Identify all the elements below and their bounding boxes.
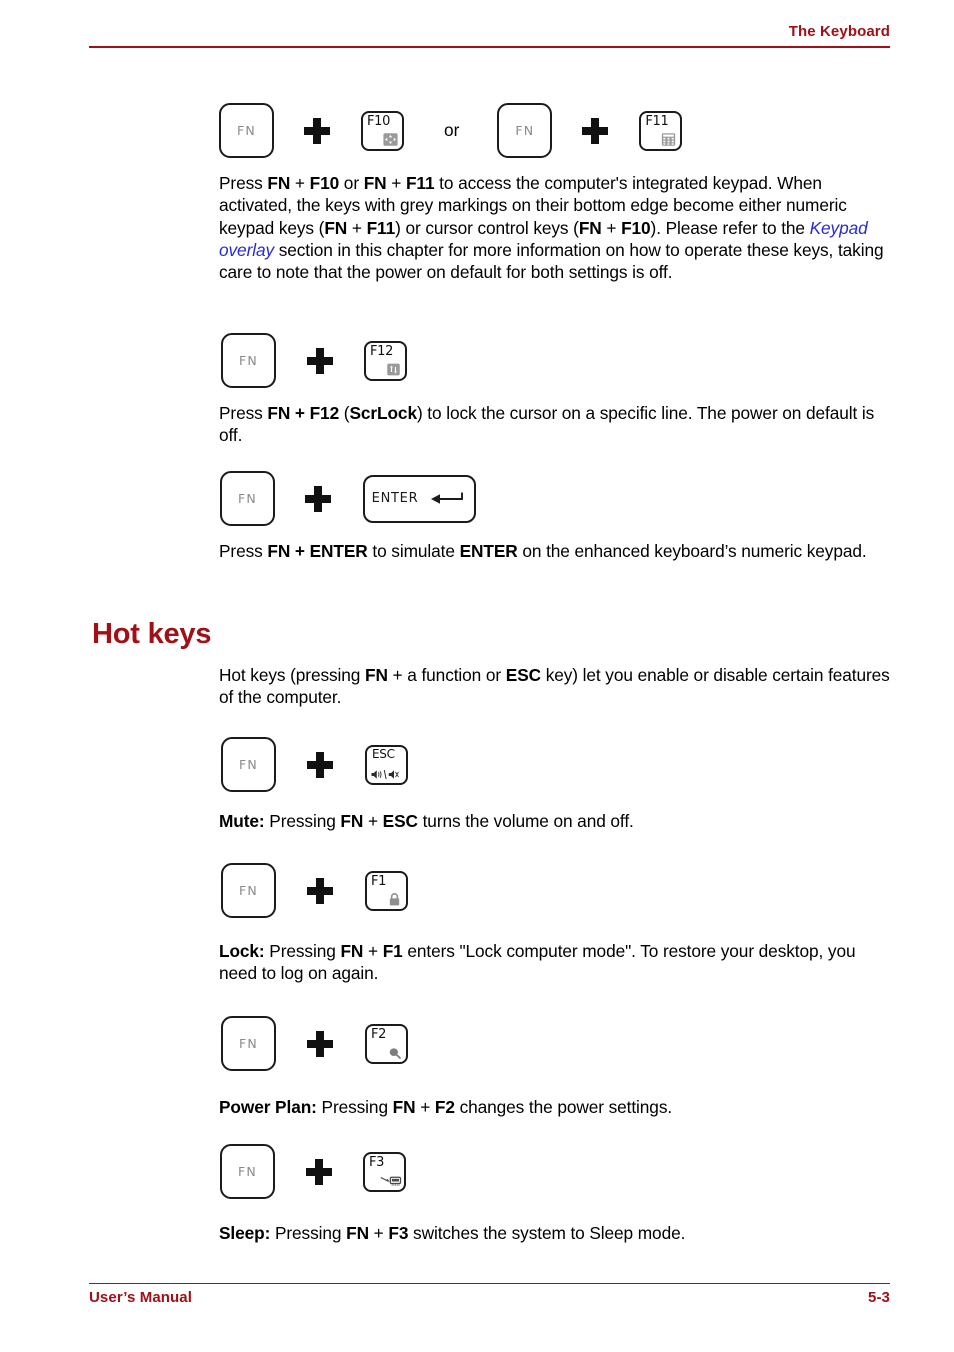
- key-f1-label: F1: [371, 873, 387, 889]
- key-esc-label: ESC: [372, 746, 395, 761]
- sleep-paragraph: Sleep: Pressing FN + F3 switches the sys…: [219, 1222, 894, 1244]
- scrlock-paragraph-text: Press FN + F12 (ScrLock) to lock the cur…: [219, 403, 875, 446]
- key-f3-label: F3: [369, 1154, 385, 1170]
- key-f2-label: F2: [371, 1026, 387, 1042]
- lock-paragraph: Lock: Pressing FN + F1 enters "Lock comp…: [219, 940, 894, 985]
- keycombo-fn-f2: FN F2: [221, 1016, 408, 1071]
- key-f1[interactable]: F1: [365, 870, 408, 911]
- mute-speaker-icon: [371, 769, 399, 779]
- key-fn-2[interactable]: FN: [497, 103, 553, 158]
- lock-paragraph-text: Lock: Pressing FN + F1 enters "Lock comp…: [219, 941, 856, 984]
- cursor-control-icon: [383, 132, 398, 146]
- footer-manual-label: User’s Manual: [89, 1289, 193, 1306]
- key-fn-8[interactable]: FN: [220, 1144, 275, 1199]
- header-divider: [89, 46, 890, 48]
- key-f3[interactable]: F3: [363, 1151, 406, 1192]
- keycombo-fn-f1: FN F1: [221, 863, 408, 918]
- key-fn-label-6: FN: [239, 883, 258, 898]
- section-heading-hot-keys: Hot keys: [92, 618, 212, 650]
- plus-icon-2: [582, 117, 609, 144]
- footer-divider: [89, 1283, 890, 1284]
- mute-paragraph-text: Mute: Pressing FN + ESC turns the volume…: [219, 811, 634, 831]
- powerplan-paragraph-text: Power Plan: Pressing FN + F2 changes the…: [219, 1097, 673, 1117]
- key-fn-label: FN: [237, 123, 256, 138]
- or-label: or: [444, 120, 460, 140]
- plus-icon-6: [307, 877, 333, 904]
- scroll-lock-icon: [387, 363, 400, 375]
- key-fn-5[interactable]: FN: [221, 737, 276, 792]
- key-fn-3[interactable]: FN: [221, 333, 276, 388]
- keycombo-fn-esc: FN ESC: [221, 737, 408, 792]
- keypad-paragraph-text: Press FN + F10 or FN + F11 to access the…: [219, 173, 884, 283]
- key-fn-label-8: FN: [238, 1164, 257, 1179]
- plus-icon-8: [306, 1158, 332, 1185]
- hotkeys-intro-text: Hot keys (pressing FN + a function or ES…: [219, 665, 890, 708]
- scrlock-paragraph: Press FN + F12 (ScrLock) to lock the cur…: [219, 402, 894, 447]
- key-fn-6[interactable]: FN: [221, 863, 276, 918]
- sleep-icon: [380, 1176, 402, 1186]
- page-footer: User’s Manual 5-3: [89, 1283, 890, 1306]
- key-enter-label: ENTER: [371, 491, 419, 506]
- keycombo-fn-f3: FN F3: [220, 1144, 406, 1199]
- key-fn-4[interactable]: FN: [220, 471, 275, 526]
- keycombo-fn-f10-or-fn-f11: FN F10 or FN F11: [219, 103, 683, 158]
- plus-icon-3: [307, 347, 333, 374]
- key-fn-label-3: FN: [239, 353, 258, 368]
- power-plan-icon: [389, 1047, 401, 1059]
- keycombo-fn-enter: FN ENTER: [220, 471, 476, 526]
- plus-icon-7: [307, 1030, 333, 1057]
- return-arrow-icon: [431, 492, 464, 504]
- key-f10-label: F10: [367, 113, 391, 129]
- key-f12-label: F12: [370, 343, 394, 359]
- plus-icon-5: [307, 751, 333, 778]
- page-title: The Keyboard: [788, 23, 890, 40]
- key-f2[interactable]: F2: [365, 1023, 408, 1064]
- key-f12[interactable]: F12: [364, 340, 407, 381]
- page-header: The Keyboard: [89, 22, 890, 48]
- plus-icon: [304, 117, 330, 144]
- mute-paragraph: Mute: Pressing FN + ESC turns the volume…: [219, 810, 894, 832]
- key-fn[interactable]: FN: [219, 103, 274, 158]
- plus-icon-4: [305, 485, 331, 512]
- enter-paragraph: Press FN + ENTER to simulate ENTER on th…: [219, 540, 894, 562]
- hotkeys-intro-paragraph: Hot keys (pressing FN + a function or ES…: [219, 664, 894, 709]
- key-f11[interactable]: F11: [639, 110, 683, 151]
- keypad-paragraph: Press FN + F10 or FN + F11 to access the…: [219, 172, 894, 283]
- enter-paragraph-text: Press FN + ENTER to simulate ENTER on th…: [219, 541, 867, 561]
- key-fn-label-7: FN: [239, 1036, 258, 1051]
- key-fn-label-2: FN: [515, 123, 535, 138]
- keycombo-fn-f12: FN F12: [221, 333, 407, 388]
- key-f11-label: F11: [645, 113, 669, 129]
- footer-page-number: 5-3: [868, 1289, 890, 1306]
- key-f10[interactable]: F10: [361, 110, 404, 151]
- key-fn-7[interactable]: FN: [221, 1016, 276, 1071]
- sleep-paragraph-text: Sleep: Pressing FN + F3 switches the sys…: [219, 1223, 686, 1243]
- key-esc[interactable]: ESC: [365, 744, 408, 785]
- key-fn-label-5: FN: [239, 757, 258, 772]
- padlock-icon: [389, 892, 400, 905]
- key-fn-label-4: FN: [238, 491, 257, 506]
- numeric-keypad-icon: [662, 132, 676, 146]
- powerplan-paragraph: Power Plan: Pressing FN + F2 changes the…: [219, 1096, 894, 1118]
- key-enter[interactable]: ENTER: [363, 474, 476, 523]
